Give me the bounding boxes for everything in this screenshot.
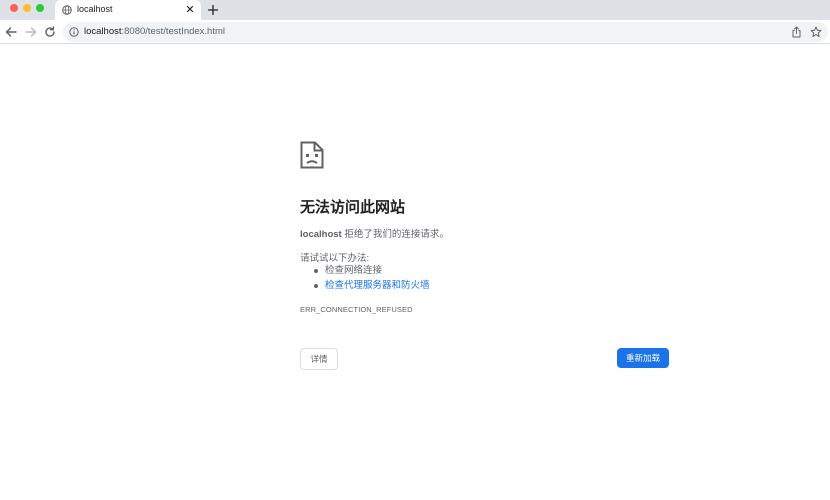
suggestion-check-proxy-link[interactable]: 检查代理服务器和防火墙 bbox=[312, 280, 430, 295]
sad-page-icon bbox=[300, 141, 324, 169]
reload-icon[interactable] bbox=[43, 25, 57, 39]
details-button[interactable]: 详情 bbox=[300, 348, 338, 370]
error-description-text: 拒绝了我们的连接请求。 bbox=[341, 229, 449, 240]
window-close-button[interactable] bbox=[10, 4, 18, 12]
url-path: :8080/test/testIndex.html bbox=[121, 26, 226, 37]
error-host: localhost bbox=[300, 229, 342, 240]
star-icon[interactable] bbox=[810, 26, 822, 38]
info-icon[interactable] bbox=[69, 27, 79, 37]
share-icon[interactable] bbox=[791, 26, 802, 38]
browser-toolbar: localhost:8080/test/testIndex.html bbox=[0, 20, 830, 44]
address-bar[interactable]: localhost:8080/test/testIndex.html bbox=[63, 22, 828, 42]
reload-button[interactable]: 重新加载 bbox=[617, 348, 669, 368]
suggestion-check-network: 检查网络连接 bbox=[312, 265, 430, 280]
url-host: localhost bbox=[84, 26, 122, 37]
error-code: ERR_CONNECTION_REFUSED bbox=[300, 305, 413, 314]
error-heading: 无法访问此网站 bbox=[300, 199, 406, 216]
window-minimize-button[interactable] bbox=[23, 4, 31, 12]
close-icon[interactable] bbox=[185, 4, 195, 14]
try-label: 请试试以下办法: bbox=[300, 253, 370, 264]
arrow-right-icon[interactable] bbox=[24, 25, 38, 39]
globe-icon bbox=[62, 5, 72, 15]
plus-icon[interactable] bbox=[207, 4, 219, 16]
url-text[interactable]: localhost:8080/test/testIndex.html bbox=[84, 26, 225, 37]
error-description: localhost 拒绝了我们的连接请求。 bbox=[300, 226, 449, 240]
details-button-label: 详情 bbox=[310, 354, 328, 364]
error-page: 无法访问此网站 localhost 拒绝了我们的连接请求。 请试试以下办法: 检… bbox=[0, 45, 830, 500]
window-zoom-button[interactable] bbox=[36, 4, 44, 12]
arrow-left-icon[interactable] bbox=[4, 25, 18, 39]
suggestion-list: 检查网络连接 检查代理服务器和防火墙 bbox=[312, 265, 430, 295]
browser-tab[interactable]: localhost bbox=[55, 0, 201, 20]
tab-title: localhost bbox=[77, 4, 113, 14]
tab-strip: localhost bbox=[0, 0, 830, 20]
